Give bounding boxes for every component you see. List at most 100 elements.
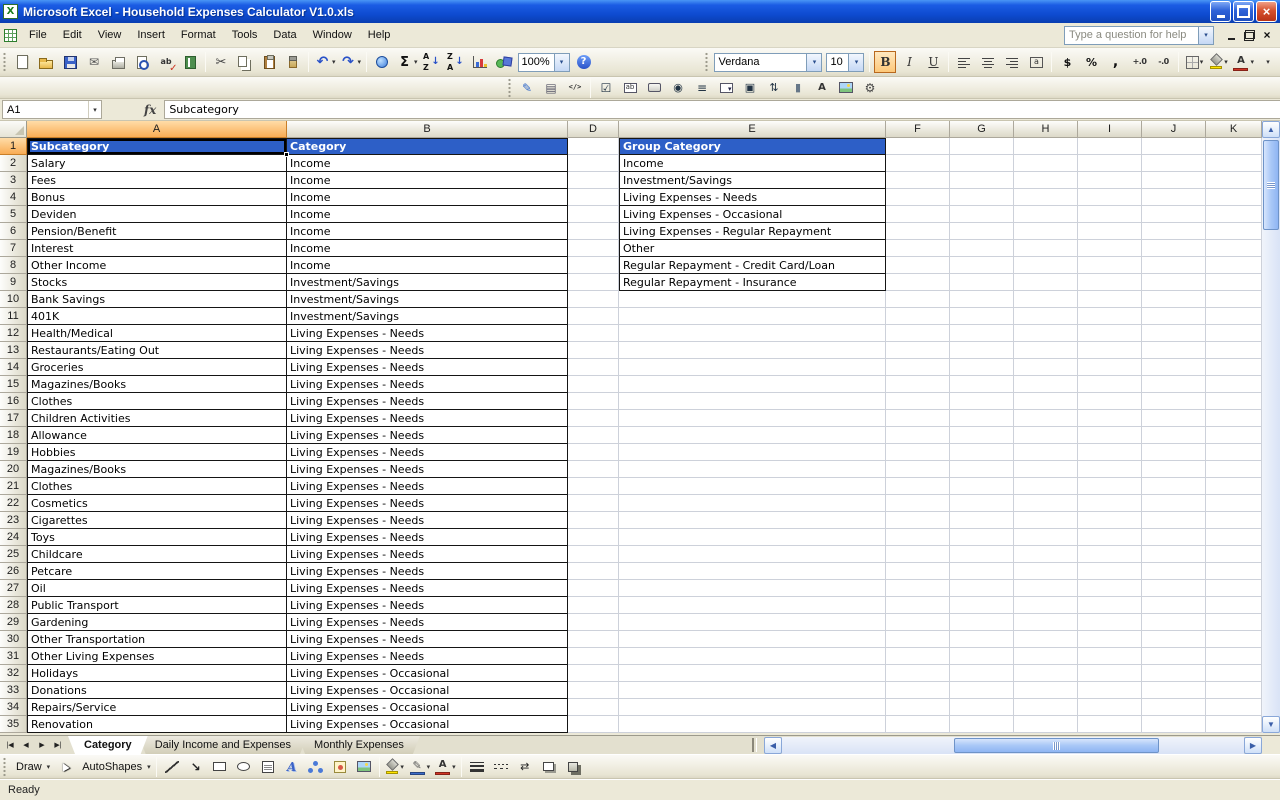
redo-button[interactable]: ↷▾ xyxy=(339,51,363,73)
cell-B32[interactable]: Living Expenses - Occasional xyxy=(287,665,568,682)
row-header-8[interactable]: 8 xyxy=(0,257,27,274)
workbook-close-button[interactable]: × xyxy=(1258,28,1276,43)
cell-F20[interactable] xyxy=(886,461,950,478)
rectangle-button[interactable] xyxy=(209,756,231,778)
oval-button[interactable] xyxy=(233,756,255,778)
cell-B24[interactable]: Living Expenses - Needs xyxy=(287,529,568,546)
open-folder-button[interactable] xyxy=(35,51,57,73)
cell-F10[interactable] xyxy=(886,291,950,308)
arrow-style-button[interactable]: ⇄ xyxy=(514,756,536,778)
cell-B15[interactable]: Living Expenses - Needs xyxy=(287,376,568,393)
cell-D10[interactable] xyxy=(568,291,619,308)
font-color-button[interactable]: A▾ xyxy=(433,756,457,778)
cell-H29[interactable] xyxy=(1014,614,1078,631)
cell-J21[interactable] xyxy=(1142,478,1206,495)
cell-F25[interactable] xyxy=(886,546,950,563)
row-header-27[interactable]: 27 xyxy=(0,580,27,597)
row-header-17[interactable]: 17 xyxy=(0,410,27,427)
cell-J14[interactable] xyxy=(1142,359,1206,376)
cell-G21[interactable] xyxy=(950,478,1014,495)
insert-diagram-button[interactable] xyxy=(305,756,327,778)
font-size-combo[interactable]: 10▾ xyxy=(826,53,864,72)
horizontal-scroll-thumb[interactable] xyxy=(954,738,1159,753)
cell-B6[interactable]: Income xyxy=(287,223,568,240)
row-header-12[interactable]: 12 xyxy=(0,325,27,342)
cell-F13[interactable] xyxy=(886,342,950,359)
cell-A12[interactable]: Health/Medical xyxy=(27,325,287,342)
row-header-10[interactable]: 10 xyxy=(0,291,27,308)
cell-F34[interactable] xyxy=(886,699,950,716)
toggle-button-button[interactable]: ▣ xyxy=(739,77,761,99)
checkbox-button[interactable]: ☑ xyxy=(595,77,617,99)
cell-B2[interactable]: Income xyxy=(287,155,568,172)
scroll-first-tab-button[interactable]: |◀ xyxy=(2,737,18,753)
cell-G23[interactable] xyxy=(950,512,1014,529)
row-header-20[interactable]: 20 xyxy=(0,461,27,478)
borders-dropdown-arrow[interactable]: ▾ xyxy=(1200,58,1204,66)
cell-A26[interactable]: Petcare xyxy=(27,563,287,580)
cell-F21[interactable] xyxy=(886,478,950,495)
cell-H23[interactable] xyxy=(1014,512,1078,529)
cell-I8[interactable] xyxy=(1078,257,1142,274)
cell-D26[interactable] xyxy=(568,563,619,580)
cell-F17[interactable] xyxy=(886,410,950,427)
autosum-dropdown-arrow[interactable]: ▾ xyxy=(414,58,418,66)
cell-J15[interactable] xyxy=(1142,376,1206,393)
cell-H6[interactable] xyxy=(1014,223,1078,240)
cell-A28[interactable]: Public Transport xyxy=(27,597,287,614)
view-code-button[interactable]: </> xyxy=(564,77,586,99)
cell-G30[interactable] xyxy=(950,631,1014,648)
sheet-tab-daily-income-and-expenses[interactable]: Daily Income and Expenses xyxy=(139,736,307,754)
cell-E11[interactable] xyxy=(619,308,886,325)
cell-F24[interactable] xyxy=(886,529,950,546)
cell-K24[interactable] xyxy=(1206,529,1262,546)
text-box-button[interactable] xyxy=(257,756,279,778)
cell-J23[interactable] xyxy=(1142,512,1206,529)
cell-J27[interactable] xyxy=(1142,580,1206,597)
cell-K6[interactable] xyxy=(1206,223,1262,240)
cell-K29[interactable] xyxy=(1206,614,1262,631)
cell-I19[interactable] xyxy=(1078,444,1142,461)
cell-H9[interactable] xyxy=(1014,274,1078,291)
menu-view[interactable]: View xyxy=(90,25,130,45)
zoom-dropdown-arrow[interactable]: ▾ xyxy=(554,54,569,71)
column-header-J[interactable]: J xyxy=(1142,121,1206,138)
cell-E17[interactable] xyxy=(619,410,886,427)
cell-I14[interactable] xyxy=(1078,359,1142,376)
cell-D19[interactable] xyxy=(568,444,619,461)
row-header-32[interactable]: 32 xyxy=(0,665,27,682)
column-header-A[interactable]: A xyxy=(27,121,287,138)
scroll-prev-tab-button[interactable]: ◀ xyxy=(18,737,34,753)
cell-E27[interactable] xyxy=(619,580,886,597)
cell-D20[interactable] xyxy=(568,461,619,478)
cell-G9[interactable] xyxy=(950,274,1014,291)
vertical-scroll-thumb[interactable] xyxy=(1263,140,1279,230)
row-header-34[interactable]: 34 xyxy=(0,699,27,716)
cell-K18[interactable] xyxy=(1206,427,1262,444)
spelling-button[interactable]: ab xyxy=(155,51,177,73)
option-button-button[interactable]: ◉ xyxy=(667,77,689,99)
cell-B1[interactable]: Category xyxy=(287,138,568,155)
cell-G29[interactable] xyxy=(950,614,1014,631)
scroll-right-button[interactable]: ▶ xyxy=(1244,737,1262,754)
cell-F14[interactable] xyxy=(886,359,950,376)
cell-G4[interactable] xyxy=(950,189,1014,206)
cell-G19[interactable] xyxy=(950,444,1014,461)
cell-A29[interactable]: Gardening xyxy=(27,614,287,631)
cell-K23[interactable] xyxy=(1206,512,1262,529)
cell-E23[interactable] xyxy=(619,512,886,529)
select-objects-button[interactable]: ▲ xyxy=(53,756,75,778)
column-header-K[interactable]: K xyxy=(1206,121,1262,138)
cell-I25[interactable] xyxy=(1078,546,1142,563)
cell-D17[interactable] xyxy=(568,410,619,427)
cell-D14[interactable] xyxy=(568,359,619,376)
cell-D5[interactable] xyxy=(568,206,619,223)
image-control-button[interactable] xyxy=(835,77,857,99)
cell-F33[interactable] xyxy=(886,682,950,699)
cell-G11[interactable] xyxy=(950,308,1014,325)
cell-A32[interactable]: Holidays xyxy=(27,665,287,682)
cell-G17[interactable] xyxy=(950,410,1014,427)
new-document-button[interactable] xyxy=(11,51,33,73)
drawing-button[interactable] xyxy=(493,51,515,73)
row-header-5[interactable]: 5 xyxy=(0,206,27,223)
